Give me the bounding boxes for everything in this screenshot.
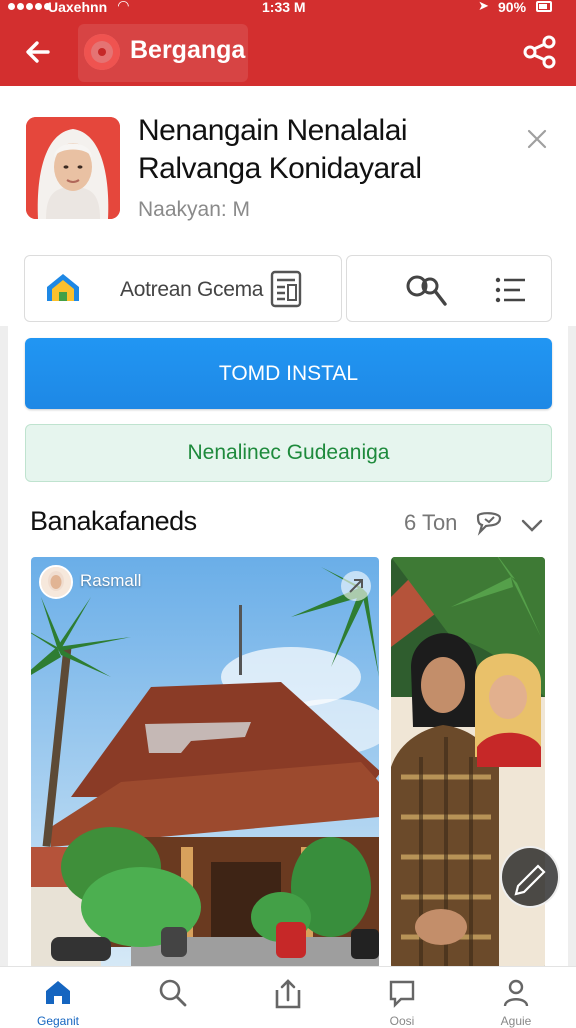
status-time: 1:33 M: [262, 0, 306, 15]
carrier-name: Uaxehnn: [48, 0, 108, 15]
chevron-down-icon[interactable]: [520, 514, 544, 536]
house-icon[interactable]: [44, 270, 82, 306]
home-icon: [46, 981, 70, 1004]
share-icon: [523, 35, 556, 69]
search-key-icon[interactable]: [404, 272, 448, 308]
profile-icon: [503, 979, 529, 1007]
filter-list-icon[interactable]: [494, 274, 528, 306]
nav-profile-label: Aguie: [500, 1014, 532, 1028]
more-options-icon[interactable]: [341, 571, 371, 601]
upload-icon: [275, 979, 301, 1009]
secondary-button[interactable]: Nenalinec Gudeaniga: [25, 424, 552, 482]
app-logo-icon: [84, 34, 120, 70]
app-title-line1: Nenangain Nenalalai: [138, 114, 408, 147]
share-button[interactable]: [520, 34, 560, 70]
nav-messages-label: Oosi: [389, 1014, 415, 1028]
app-icon-avatar: [26, 117, 120, 219]
action-label: Aotrean Gcema: [120, 278, 264, 301]
battery-percent: 90%: [498, 0, 527, 15]
photo-username: Rasmall: [80, 571, 142, 590]
chat-bubble-icon[interactable]: [474, 510, 504, 538]
back-arrow-icon: [26, 41, 50, 63]
edit-badge-icon[interactable]: [500, 846, 560, 908]
back-button[interactable]: [20, 34, 56, 70]
location-arrow-icon: ➤: [478, 0, 489, 13]
signal-icon: [8, 3, 51, 10]
status-bar: Uaxehnn ◠ 1:33 M ➤ 90%: [0, 0, 576, 16]
nav-messages[interactable]: Oosi: [362, 970, 442, 1028]
left-edge-scrollbar: [0, 326, 8, 966]
nav-upload[interactable]: [248, 970, 328, 1024]
right-edge-scrollbar[interactable]: [568, 326, 576, 966]
nav-profile[interactable]: Aguie: [476, 970, 556, 1028]
install-button[interactable]: TOMD INSTAL: [25, 338, 552, 409]
document-list-icon[interactable]: [270, 270, 302, 308]
app-title: Nenangain Nenalalai Ralvanga Konidayaral: [138, 112, 498, 188]
nav-search[interactable]: [133, 970, 213, 1024]
battery-icon: [536, 1, 552, 12]
app-title-line2: Ralvanga Konidayaral: [138, 152, 422, 185]
user-avatar[interactable]: [39, 565, 73, 599]
close-button[interactable]: [522, 124, 552, 154]
section-count: 6 Ton: [404, 510, 458, 535]
chat-icon: [389, 980, 415, 1008]
close-icon: [527, 129, 547, 149]
nav-home-label: Geganit: [36, 1014, 80, 1028]
photo-house[interactable]: [31, 557, 379, 969]
page-title: Berganga: [130, 36, 246, 64]
app-subtitle: Naakyan: M: [138, 198, 251, 221]
nav-home[interactable]: Geganit: [18, 970, 98, 1028]
section-title: Banakafaneds: [30, 506, 197, 536]
wifi-icon: ◠: [118, 0, 129, 13]
search-icon: [159, 979, 187, 1007]
